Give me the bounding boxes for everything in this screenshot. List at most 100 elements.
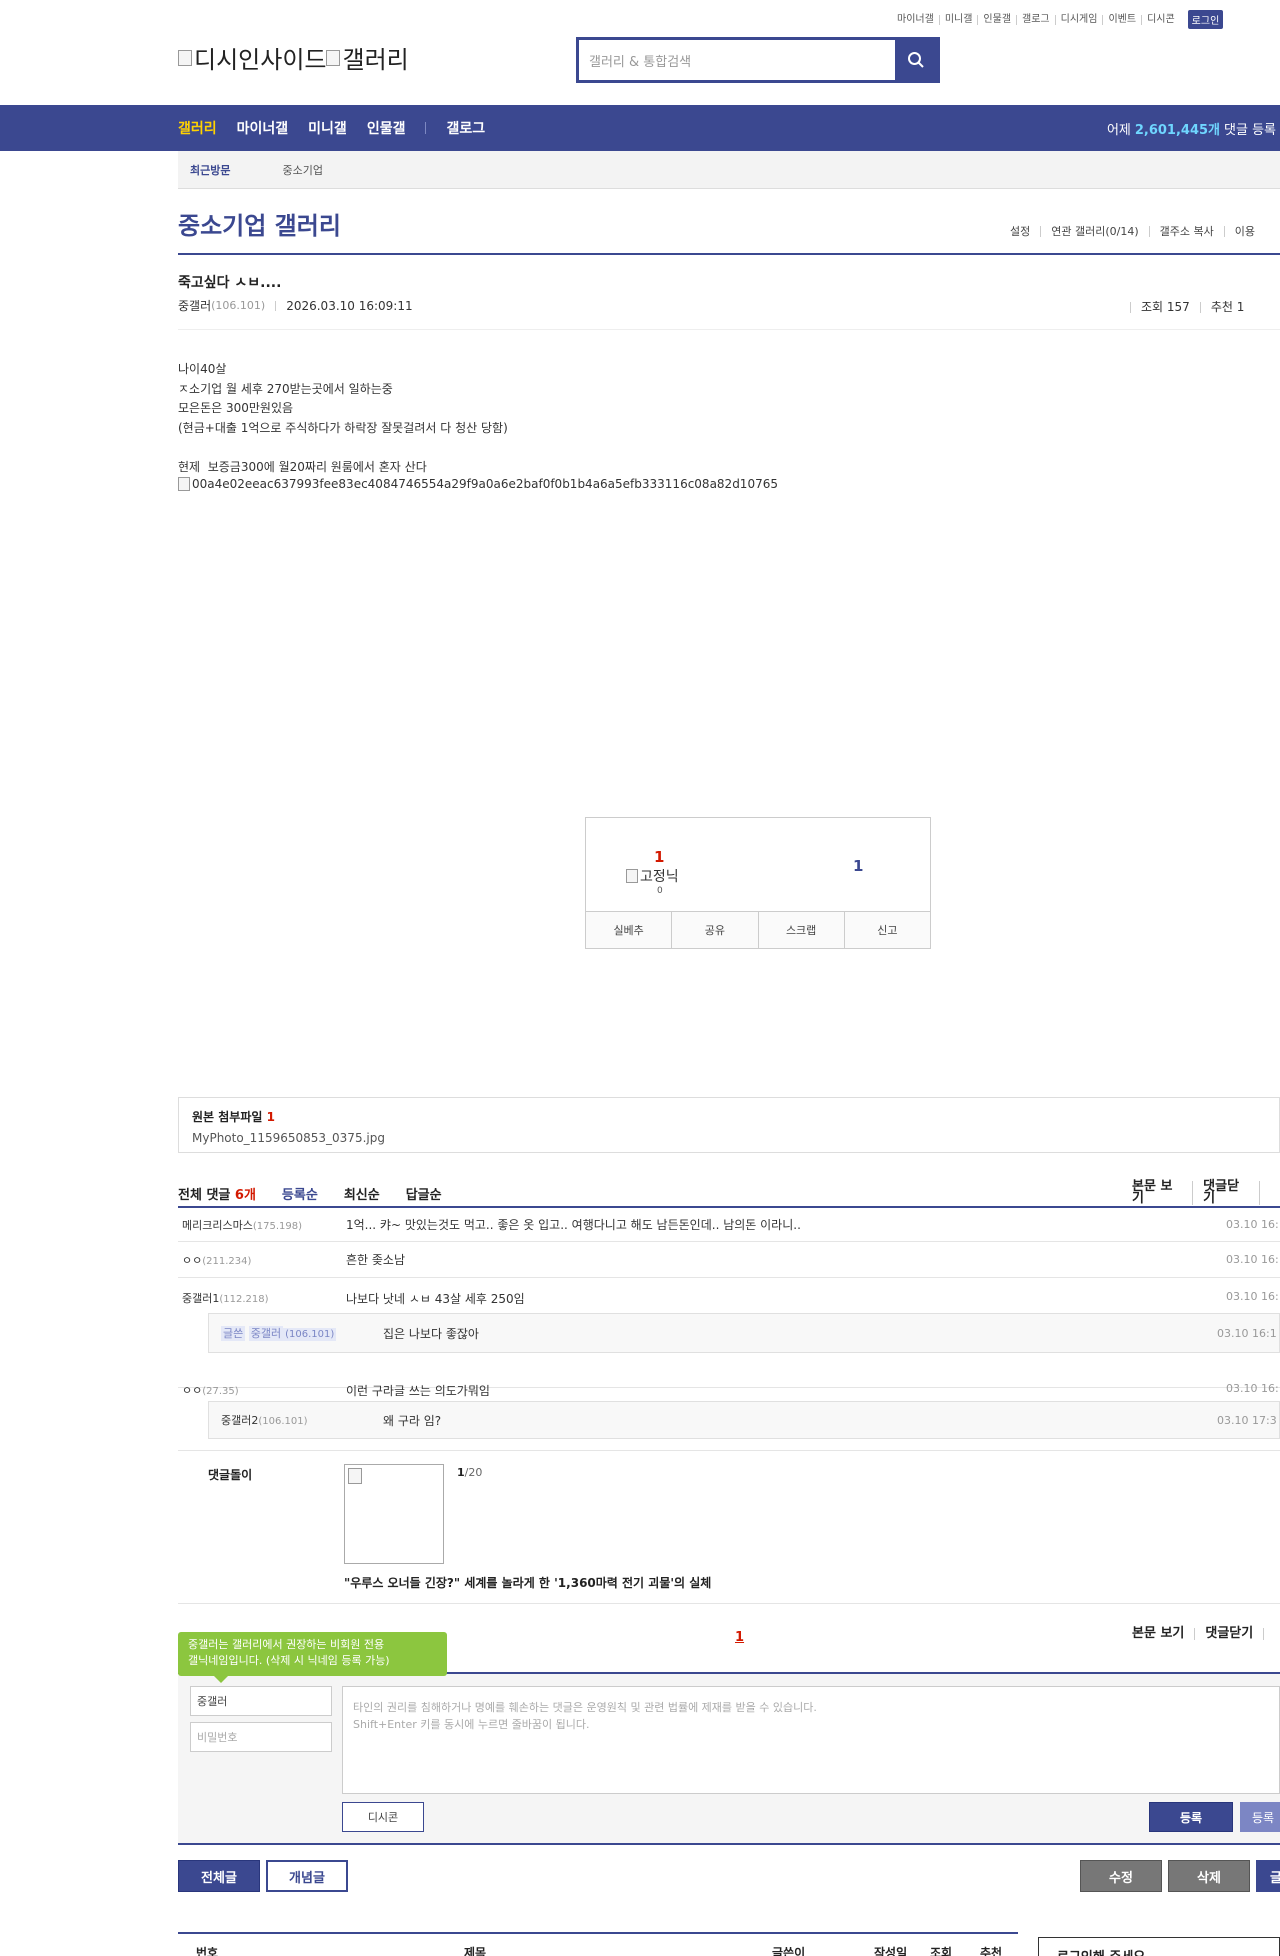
top-menu-dccon[interactable]: 디시콘 bbox=[1141, 14, 1180, 25]
search-input[interactable]: 갤러리 & 통합검색 bbox=[579, 40, 895, 80]
reply-date: 03.10 16:1 bbox=[1217, 1326, 1277, 1340]
col-writer: 글쓴이 bbox=[772, 1946, 806, 1956]
comment-nick[interactable]: 메리크리스마스(175.198) bbox=[178, 1217, 346, 1233]
post-author-ip: (106.101) bbox=[211, 299, 266, 312]
logo-text-dcinside: 디시인사이드 bbox=[194, 46, 327, 74]
top-menu-mini[interactable]: 미니갤 bbox=[938, 14, 978, 25]
password-field[interactable]: 비밀번호 bbox=[190, 1722, 332, 1752]
recent-item[interactable]: 중소기업 bbox=[282, 162, 322, 178]
write-button[interactable]: 글 bbox=[1256, 1860, 1280, 1892]
nick-text: ㅇㅇ bbox=[182, 1384, 203, 1397]
body-line: 모은돈은 300만원있음 bbox=[178, 401, 294, 415]
post-image[interactable]: 00a4e02eeac637993fee83ec4084746554a29f9a… bbox=[178, 477, 778, 491]
gallery-settings-link[interactable]: 설정 bbox=[1000, 226, 1040, 237]
gallery-title[interactable]: 중소기업 갤러리 bbox=[178, 206, 341, 241]
main-nav: 갤러리 마이너갤 미니갤 인물갤 갤로그 어제 2,601,445개 댓글 등록 bbox=[0, 105, 1280, 151]
top-menu-person[interactable]: 인물갤 bbox=[977, 14, 1016, 25]
close-comments-link[interactable]: 댓글닫기 bbox=[1194, 1627, 1263, 1640]
nav-minor[interactable]: 마이너갤 bbox=[237, 118, 289, 138]
reply-nick[interactable]: 중갤러2(106.101) bbox=[209, 1412, 383, 1428]
related-gallery-link[interactable]: 연관 갤러리(0/14) bbox=[1040, 226, 1148, 237]
dory-title[interactable]: "우루스 오너들 긴장?" 세계를 놀라게 한 '1,360마력 전기 괴물'의… bbox=[344, 1574, 711, 1591]
comment-date: 03.10 16: bbox=[1226, 1218, 1279, 1231]
search-button[interactable] bbox=[895, 40, 937, 80]
nav-gallog[interactable]: 갤로그 bbox=[446, 118, 485, 138]
attachment-box: 원본 첨부파일 1 MyPhoto_1159650853_0375.jpg bbox=[178, 1097, 1280, 1153]
col-recommend: 추천 bbox=[980, 1946, 1003, 1956]
share-button[interactable]: 공유 bbox=[671, 912, 757, 948]
view-body-link[interactable]: 본문 보기 bbox=[1122, 1180, 1192, 1205]
delete-button[interactable]: 삭제 bbox=[1168, 1860, 1250, 1892]
recent-visits: 최근방문 중소기업 bbox=[178, 151, 1280, 189]
reply-text: 왜 구라 임? bbox=[383, 1413, 442, 1428]
recommend-actions: 실베추 공유 스크랩 신고 bbox=[586, 911, 930, 948]
dory-label: 댓글돌이 bbox=[208, 1468, 253, 1482]
attachment-file[interactable]: MyPhoto_1159650853_0375.jpg bbox=[192, 1131, 1266, 1145]
top-menu-gallog[interactable]: 갤로그 bbox=[1016, 14, 1055, 25]
comment-page-number[interactable]: 1 bbox=[735, 1630, 744, 1645]
concept-posts-button[interactable]: 개념글 bbox=[266, 1860, 348, 1892]
tooltip-text: 중갤러는 갤러리에서 권장하는 비회원 전용 갤닉네임입니다. (삭제 시 닉네… bbox=[188, 1638, 390, 1667]
dccon-button[interactable]: 디시콘 bbox=[342, 1802, 424, 1832]
nickname-field[interactable]: 중갤러 bbox=[190, 1686, 332, 1716]
login-button[interactable]: 로그인 bbox=[1187, 10, 1224, 29]
not-recommend-count: 1 bbox=[853, 857, 864, 875]
reply-text: 집은 나보다 좋잖아 bbox=[383, 1326, 479, 1341]
comment-text: 이런 구라글 쓰는 의도가뭐임 bbox=[346, 1384, 490, 1398]
view-body-link[interactable]: 본문 보기 bbox=[1122, 1627, 1194, 1640]
divider bbox=[178, 1843, 1280, 1845]
body-line: (현금+대출 1억으로 주식하다가 하락장 잘못걸려서 다 청산 당함) bbox=[178, 420, 508, 435]
top-menu-minor[interactable]: 마이너갤 bbox=[892, 14, 939, 25]
meta-divider bbox=[275, 300, 277, 311]
attachment-count: 1 bbox=[266, 1110, 275, 1124]
register-button[interactable]: 등록 bbox=[1149, 1802, 1233, 1832]
post-date: 2026.03.10 16:09:11 bbox=[286, 298, 413, 313]
best-recommend-button[interactable]: 실베추 bbox=[586, 912, 671, 948]
usage-link[interactable]: 이용 bbox=[1223, 226, 1265, 237]
comment-nick[interactable]: 중갤러1(112.218) bbox=[178, 1290, 346, 1306]
comment-nick[interactable]: ㅇㅇ(211.234) bbox=[178, 1252, 346, 1268]
comment-total-label: 전체 댓글 bbox=[178, 1187, 231, 1203]
close-comments-link[interactable]: 댓글닫기 bbox=[1192, 1180, 1259, 1205]
nick-text: ㅇㅇ bbox=[182, 1253, 203, 1267]
stat-suffix: 댓글 등록 bbox=[1224, 122, 1276, 138]
nav-mini[interactable]: 미니갤 bbox=[308, 118, 347, 138]
comment-date: 03.10 16: bbox=[1226, 1290, 1279, 1303]
edit-button[interactable]: 수정 bbox=[1080, 1860, 1162, 1892]
nick-text: 중갤러2 bbox=[221, 1414, 259, 1427]
broken-image-icon bbox=[326, 49, 341, 66]
dory-thumbnail[interactable] bbox=[344, 1464, 444, 1564]
site-logo[interactable]: 디시인사이드 갤러리 bbox=[178, 40, 409, 75]
nav-divider bbox=[425, 122, 427, 134]
all-posts-button[interactable]: 전체글 bbox=[178, 1860, 260, 1892]
reply-date: 03.10 17:3 bbox=[1217, 1413, 1277, 1427]
comment-reply: 글쓴 중갤러 (106.101) 집은 나보다 좋잖아 03.10 16:1 bbox=[208, 1313, 1280, 1353]
nav-person[interactable]: 인물갤 bbox=[367, 118, 406, 138]
sort-latest[interactable]: 최신순 bbox=[344, 1184, 380, 1203]
login-box[interactable]: 로그인해 주세요 bbox=[1038, 1937, 1280, 1956]
top-menu-event[interactable]: 이벤트 bbox=[1102, 14, 1141, 25]
post-author[interactable]: 중갤러 bbox=[178, 297, 211, 314]
sort-registered[interactable]: 등록순 bbox=[282, 1184, 318, 1203]
comment-date: 03.10 16: bbox=[1226, 1382, 1279, 1395]
register-recommend-button[interactable]: 등록 bbox=[1240, 1802, 1280, 1832]
refresh-link[interactable] bbox=[1263, 1628, 1280, 1640]
comment-text: 나보다 낫네 ㅅㅂ 43살 세후 250임 bbox=[346, 1292, 525, 1306]
broken-image-icon bbox=[178, 477, 190, 491]
scrap-button[interactable]: 스크랩 bbox=[757, 912, 844, 948]
attachment-title-text: 원본 첨부파일 bbox=[192, 1110, 263, 1124]
stat-prefix: 어제 bbox=[1106, 122, 1131, 138]
comment-textarea[interactable]: 타인의 권리를 침해하거나 명예를 훼손하는 댓글은 운영원칙 및 관련 법률에… bbox=[342, 1686, 1280, 1794]
stat-value: 2,601,445개 bbox=[1134, 122, 1221, 138]
comment-nick[interactable]: ㅇㅇ(27.35) bbox=[178, 1382, 346, 1398]
reply-nick[interactable]: 글쓴 중갤러 (106.101) bbox=[209, 1325, 383, 1341]
sort-replies[interactable]: 답글순 bbox=[406, 1184, 442, 1203]
nav-gallery[interactable]: 갤러리 bbox=[178, 118, 217, 138]
comment-total-count: 6개 bbox=[234, 1187, 256, 1203]
report-button[interactable]: 신고 bbox=[843, 912, 930, 948]
refresh-link[interactable] bbox=[1259, 1181, 1280, 1205]
top-menu-dcgame[interactable]: 디시게임 bbox=[1054, 14, 1103, 25]
copy-address-link[interactable]: 갤주소 복사 bbox=[1148, 226, 1224, 237]
col-views: 조회 bbox=[930, 1946, 953, 1956]
top-menu: 마이너갤 미니갤 인물갤 갤로그 디시게임 이벤트 디시콘 로그인 bbox=[892, 10, 1224, 29]
